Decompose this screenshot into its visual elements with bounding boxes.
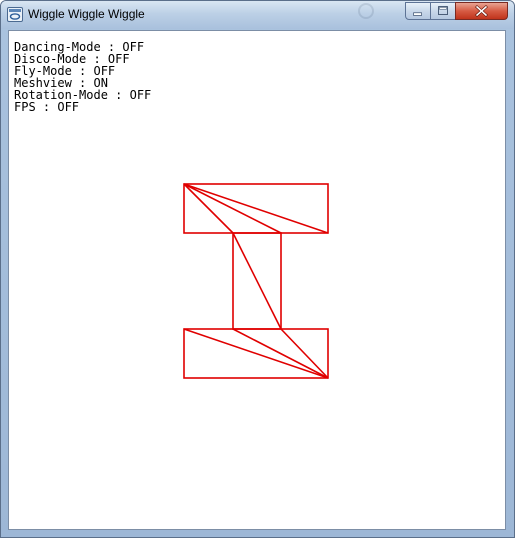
close-icon — [475, 4, 488, 18]
maximize-button[interactable] — [430, 2, 456, 20]
web-mesh — [232, 232, 282, 330]
mesh-scene — [183, 183, 329, 379]
minimize-icon — [413, 12, 422, 16]
minimize-button[interactable] — [405, 2, 431, 20]
top-flange-mesh — [183, 183, 329, 234]
titlebar-background-reflection-icon — [358, 3, 374, 19]
close-button[interactable] — [455, 2, 508, 20]
app-window: Wiggle Wiggle Wiggle Dancing-Mode: OFF … — [0, 0, 515, 538]
bottom-flange-mesh — [183, 328, 329, 379]
maximize-icon — [438, 6, 448, 15]
window-controls — [405, 2, 509, 21]
window-app-icon — [7, 7, 23, 22]
window-title: Wiggle Wiggle Wiggle — [28, 7, 145, 21]
title-bar[interactable]: Wiggle Wiggle Wiggle — [1, 1, 514, 29]
render-canvas[interactable]: Dancing-Mode : OFF Disco-Mode : OFF Fly-… — [8, 30, 506, 530]
